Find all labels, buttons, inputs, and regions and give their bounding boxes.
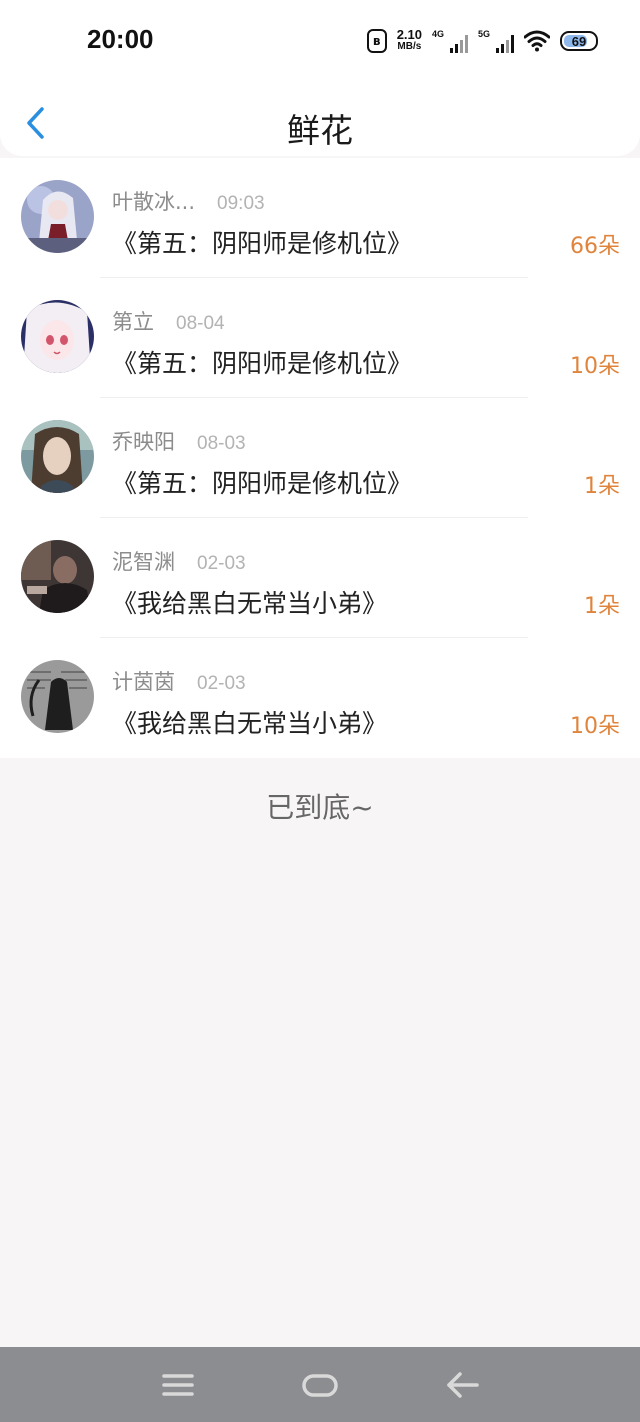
list-item[interactable]: 第立 08-04 《第五：阴阳师是修机位》 10朵 — [0, 278, 640, 398]
sender-name: 第立 — [112, 310, 154, 334]
network-speed-value: 2.10 — [396, 27, 422, 42]
flower-count: 10朵 — [570, 354, 620, 379]
item-meta: 叶散冰... 09:03 — [112, 186, 265, 216]
item-meta: 计茵茵 02-03 — [112, 666, 246, 696]
sender-name: 叶散冰... — [112, 190, 196, 214]
signal-4g-tag: 4G — [432, 29, 445, 39]
network-speed: 2.10 MB/s — [396, 27, 422, 53]
sender-name: 乔映阳 — [112, 430, 175, 454]
flower-count: 10朵 — [570, 714, 620, 739]
sender-name: 计茵茵 — [112, 670, 175, 694]
back-arrow-icon[interactable] — [443, 1367, 483, 1403]
flower-count: 66朵 — [570, 234, 620, 259]
signal-4g-icon: 4G — [432, 29, 468, 53]
book-title: 《第五：阴阳师是修机位》 — [112, 349, 413, 378]
book-title: 《第五：阴阳师是修机位》 — [112, 229, 413, 258]
status-bar: 20:00 ʙ 2.10 MB/s 4G 5G 69 — [0, 0, 640, 82]
signal-5g-icon: 5G — [478, 29, 514, 53]
flower-count: 1朵 — [584, 594, 620, 619]
book-title: 《我给黑白无常当小弟》 — [112, 709, 388, 738]
item-meta: 乔映阳 08-03 — [112, 426, 246, 456]
battery-level: 69 — [571, 33, 587, 49]
system-nav-bar — [0, 1347, 640, 1422]
avatar[interactable] — [21, 180, 94, 253]
list-item[interactable]: 叶散冰... 09:03 《第五：阴阳师是修机位》 66朵 — [0, 158, 640, 278]
book-title: 《我给黑白无常当小弟》 — [112, 589, 388, 618]
item-meta: 第立 08-04 — [112, 306, 225, 336]
avatar[interactable] — [21, 300, 94, 373]
menu-icon[interactable] — [158, 1367, 198, 1403]
page-title: 鲜花 — [287, 111, 353, 150]
avatar[interactable] — [21, 540, 94, 613]
status-icons: ʙ 2.10 MB/s 4G 5G 69 — [366, 26, 598, 56]
gift-time: 02-03 — [197, 553, 246, 574]
list-item[interactable]: 乔映阳 08-03 《第五：阴阳师是修机位》 1朵 — [0, 398, 640, 518]
sender-name: 泥智渊 — [112, 550, 175, 574]
gift-time: 08-04 — [176, 313, 225, 334]
gift-time: 02-03 — [197, 673, 246, 694]
bluetooth-icon: ʙ — [366, 29, 387, 53]
gift-time: 08-03 — [197, 433, 246, 454]
network-speed-unit: MB/s — [397, 41, 422, 52]
item-meta: 泥智渊 02-03 — [112, 546, 246, 576]
home-icon[interactable] — [300, 1367, 340, 1403]
header: 鲜花 — [0, 82, 640, 156]
gift-time: 09:03 — [217, 193, 265, 214]
battery-icon: 69 — [560, 31, 598, 51]
flower-count: 1朵 — [584, 474, 620, 499]
signal-5g-tag: 5G — [478, 29, 491, 39]
list-item[interactable]: 计茵茵 02-03 《我给黑白无常当小弟》 10朵 — [0, 638, 640, 758]
avatar[interactable] — [21, 660, 94, 733]
book-title: 《第五：阴阳师是修机位》 — [112, 469, 413, 498]
wifi-icon — [524, 30, 550, 52]
list-item[interactable]: 泥智渊 02-03 《我给黑白无常当小弟》 1朵 — [0, 518, 640, 638]
avatar[interactable] — [21, 420, 94, 493]
status-time: 20:00 — [87, 24, 154, 54]
end-of-list-text: 已到底~ — [266, 791, 374, 824]
flower-gift-list: 叶散冰... 09:03 《第五：阴阳师是修机位》 66朵 第立 08-04 《… — [0, 158, 640, 758]
